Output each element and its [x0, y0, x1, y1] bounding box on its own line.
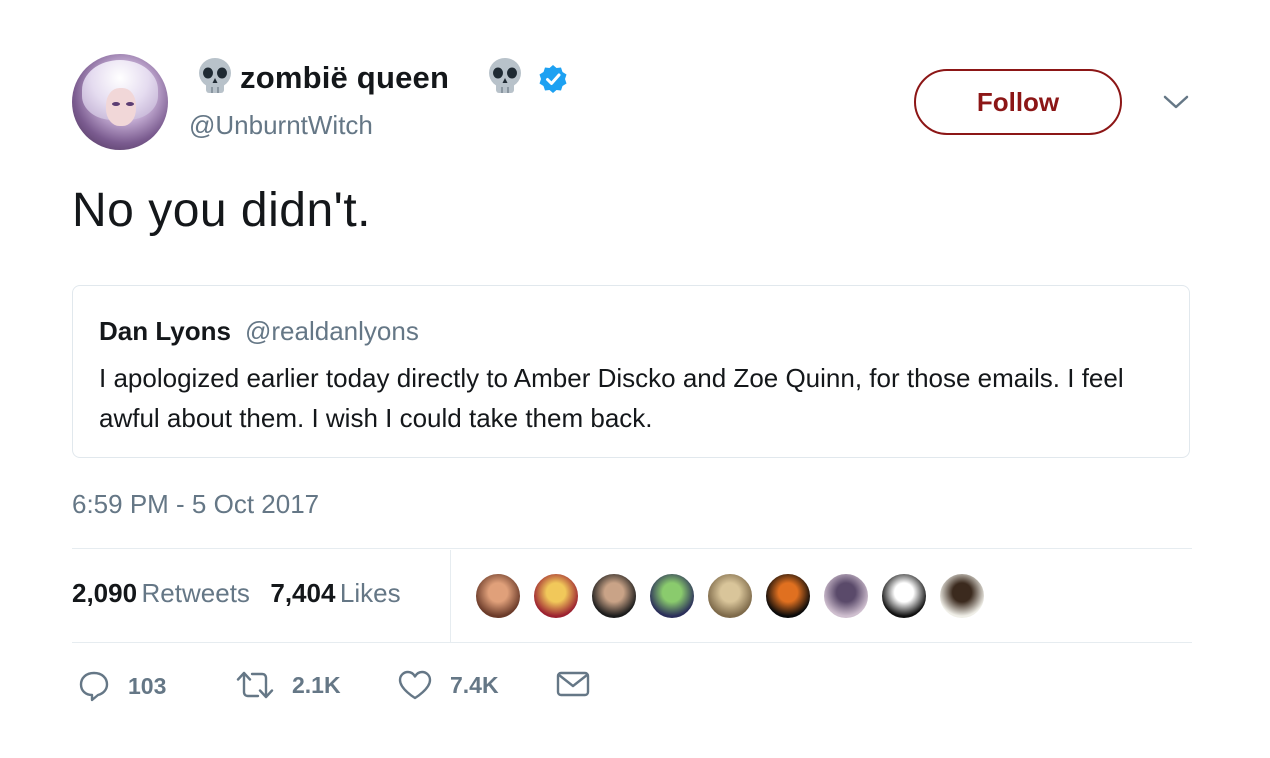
likes-label: Likes [339, 578, 401, 608]
liker-avatar[interactable] [938, 572, 986, 620]
reply-icon [79, 671, 109, 702]
author-avatar[interactable] [72, 54, 168, 150]
liker-avatar[interactable] [590, 572, 638, 620]
heart-icon [398, 670, 432, 700]
follow-button[interactable]: Follow [914, 69, 1122, 135]
divider [72, 642, 1192, 643]
chevron-down-icon[interactable] [1162, 92, 1190, 112]
retweets-stat[interactable]: 2,090 Retweets [72, 578, 254, 608]
quoted-author-name: Dan Lyons [99, 316, 231, 346]
direct-message-action[interactable] [556, 670, 590, 698]
quoted-author-handle: @realdanlyons [245, 316, 419, 346]
likes-count: 7,404 [270, 578, 336, 608]
author-handle[interactable]: @UnburntWitch [189, 110, 373, 141]
envelope-icon [556, 671, 590, 697]
like-count: 7.4K [450, 671, 499, 698]
divider [72, 548, 1192, 549]
liker-avatar[interactable] [706, 572, 754, 620]
liker-avatar[interactable] [648, 572, 696, 620]
skull-icon [199, 58, 231, 93]
reply-count: 103 [128, 672, 167, 699]
liker-avatar[interactable] [764, 572, 812, 620]
liker-avatar[interactable] [880, 572, 928, 620]
reply-action[interactable]: 103 [78, 670, 166, 702]
tweet-timestamp[interactable]: 6:59 PM - 5 Oct 2017 [72, 489, 319, 520]
liker-avatar[interactable] [474, 572, 522, 620]
likes-stat[interactable]: 7,404 Likes [270, 578, 400, 608]
retweets-label: Retweets [141, 578, 250, 608]
like-action[interactable]: 7.4K [398, 670, 499, 700]
retweet-icon [236, 671, 274, 699]
retweet-count: 2.1K [292, 671, 341, 698]
author-display-name[interactable]: zombië queen [240, 60, 449, 96]
liker-avatar[interactable] [822, 572, 870, 620]
retweet-action[interactable]: 2.1K [236, 670, 341, 700]
retweets-count: 2,090 [72, 578, 138, 608]
stats-divider [450, 550, 451, 642]
quoted-tweet[interactable]: Dan Lyons @realdanlyons I apologized ear… [72, 285, 1190, 458]
quoted-tweet-text: I apologized earlier today directly to A… [99, 363, 1124, 433]
skull-icon [489, 58, 521, 93]
tweet-stats: 2,090 Retweets 7,404 Likes [72, 578, 401, 609]
verified-badge-icon [539, 65, 567, 93]
tweet-text: No you didn't. [72, 184, 372, 237]
liker-avatar[interactable] [532, 572, 580, 620]
